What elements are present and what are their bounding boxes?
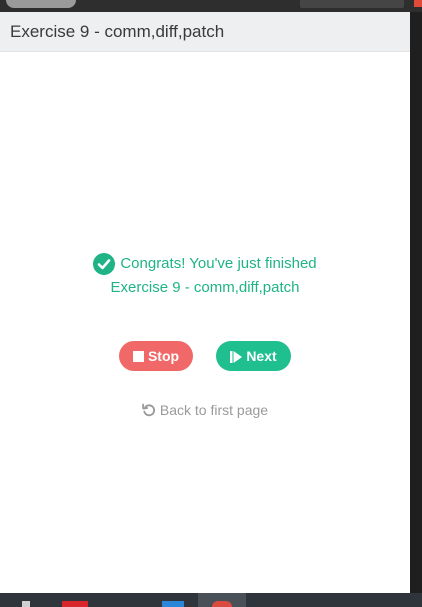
browser-top-strip [0,0,422,12]
browser-tab[interactable] [6,0,76,8]
congrats-line-1: Congrats! You've just finished [0,252,410,276]
check-circle-icon [93,253,116,275]
back-link-label: Back to first page [159,402,269,418]
stop-icon [132,350,144,362]
taskbar [0,593,422,607]
stop-button-label: Stop [147,348,180,364]
next-button-label: Next [246,348,277,364]
screen: Exercise 9 - comm,diff,patch Congrats! Y… [0,0,422,607]
browser-close-corner[interactable] [414,0,422,7]
taskbar-item-store[interactable] [162,601,184,607]
congrats-message: Congrats! You've just finished Exercise … [0,252,410,300]
stop-button[interactable]: Stop [119,341,193,371]
step-forward-icon [230,350,243,363]
page-title: Exercise 9 - comm,diff,patch [10,21,225,41]
congrats-exercise-name: Exercise 9 - comm,diff,patch [110,279,300,296]
browser-toolbar-box[interactable] [300,0,404,8]
taskbar-item-browser[interactable] [212,601,232,607]
undo-icon [142,403,156,417]
congrats-text: Congrats! You've just finished [120,255,317,272]
taskbar-item-app[interactable] [62,601,88,607]
exercise-panel: Exercise 9 - comm,diff,patch Congrats! Y… [0,12,410,593]
next-button[interactable]: Next [216,341,291,371]
taskbar-item-start[interactable] [22,601,30,607]
panel-header: Exercise 9 - comm,diff,patch [0,12,410,52]
action-buttons: Stop Next [0,341,410,371]
window-edge [410,12,422,593]
back-to-first-page-link[interactable]: Back to first page [0,402,410,418]
